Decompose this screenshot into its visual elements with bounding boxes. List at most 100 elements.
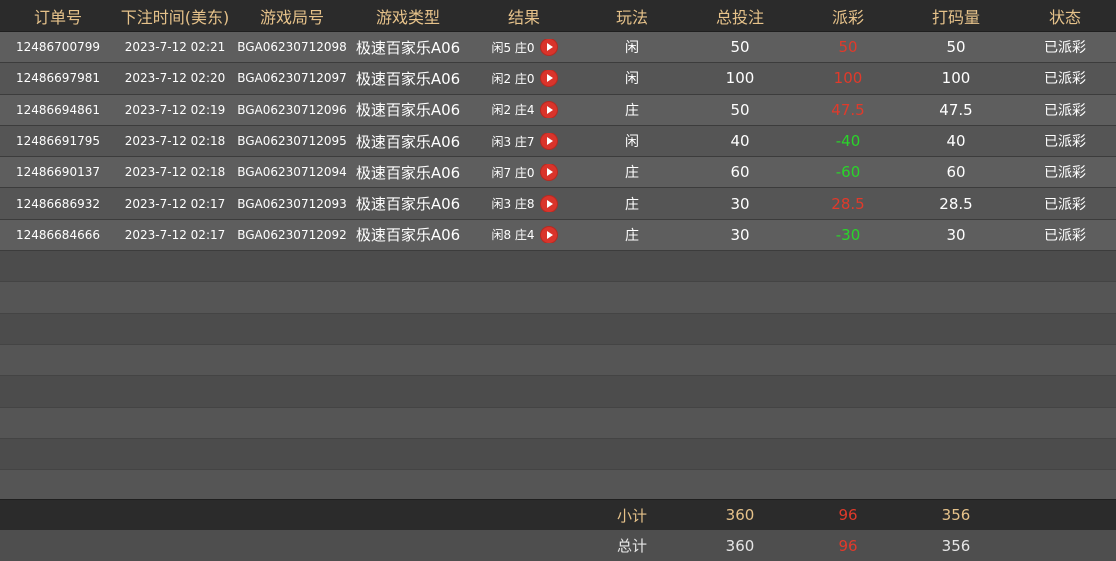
header-play: 玩法 xyxy=(615,7,648,27)
cell-play: 闲 xyxy=(625,40,639,57)
cell-order-id: 12486684666 xyxy=(16,227,100,242)
cell-play: 闲 xyxy=(625,71,639,88)
result-text: 闲2 庄4 xyxy=(491,103,535,118)
bet-history-table: 订单号 下注时间(美东) 游戏局号 游戏类型 结果 玩法 总投注 派彩 打码量 … xyxy=(0,0,1116,561)
result-text: 闲2 庄0 xyxy=(491,71,535,86)
result-text: 闲8 庄4 xyxy=(491,228,535,243)
cell-round-id: BGA06230712092 xyxy=(237,227,347,242)
total-total-bet: 360 xyxy=(725,536,755,555)
table-header: 订单号 下注时间(美东) 游戏局号 游戏类型 结果 玩法 总投注 派彩 打码量 … xyxy=(0,0,1116,32)
empty-row xyxy=(0,407,1116,439)
cell-status: 已派彩 xyxy=(1044,196,1086,213)
header-status: 状态 xyxy=(1048,7,1081,27)
cell-bet-time: 2023-7-12 02:20 xyxy=(124,71,226,86)
cell-status: 已派彩 xyxy=(1044,71,1086,88)
cell-valid-bet: 60 xyxy=(946,163,966,182)
subtotal-total-bet: 360 xyxy=(725,506,755,524)
header-round-id: 游戏局号 xyxy=(259,7,324,27)
cell-game-type: 极速百家乐A06 xyxy=(355,195,461,214)
play-circle-icon[interactable] xyxy=(540,101,557,118)
result-text: 闲5 庄0 xyxy=(491,40,535,55)
cell-status: 已派彩 xyxy=(1044,134,1086,151)
play-circle-icon[interactable] xyxy=(540,164,557,181)
table-body: 12486700799 2023-7-12 02:21 BGA06230712098… xyxy=(0,32,1116,502)
cell-play: 庄 xyxy=(625,227,639,244)
empty-row xyxy=(0,344,1116,377)
cell-game-type: 极速百家乐A06 xyxy=(355,226,461,245)
table-row: 12486700799 2023-7-12 02:21 BGA06230712098… xyxy=(0,32,1116,64)
table-row: 12486697981 2023-7-12 02:20 BGA06230712097… xyxy=(0,63,1116,95)
cell-result: 闲2 庄0 xyxy=(466,70,582,87)
cell-play: 闲 xyxy=(625,134,639,151)
total-row: 总计 360 96 356 xyxy=(0,530,1116,561)
cell-order-id: 12486700799 xyxy=(16,40,100,55)
cell-valid-bet: 50 xyxy=(946,38,966,57)
cell-status: 已派彩 xyxy=(1044,165,1086,182)
cell-order-id: 12486691795 xyxy=(16,134,100,149)
cell-play: 庄 xyxy=(625,165,639,182)
cell-payout: -30 xyxy=(835,225,861,244)
empty-row xyxy=(0,470,1116,502)
cell-status: 已派彩 xyxy=(1044,40,1086,57)
cell-game-type: 极速百家乐A06 xyxy=(355,101,461,120)
cell-game-type: 极速百家乐A06 xyxy=(355,38,461,57)
cell-valid-bet: 28.5 xyxy=(939,194,973,213)
header-valid-bet: 打码量 xyxy=(931,7,980,27)
cell-status: 已派彩 xyxy=(1044,227,1086,244)
cell-round-id: BGA06230712095 xyxy=(237,134,347,149)
cell-order-id: 12486690137 xyxy=(16,165,100,180)
play-circle-icon[interactable] xyxy=(540,70,557,87)
header-order-id: 订单号 xyxy=(33,7,82,27)
result-text: 闲7 庄0 xyxy=(491,165,535,180)
empty-row xyxy=(0,282,1116,314)
cell-result: 闲7 庄0 xyxy=(466,164,582,181)
cell-round-id: BGA06230712097 xyxy=(237,71,347,86)
cell-total-bet: 50 xyxy=(730,100,750,119)
empty-row xyxy=(0,251,1116,283)
cell-total-bet: 30 xyxy=(730,194,750,213)
play-circle-icon[interactable] xyxy=(540,133,557,150)
cell-total-bet: 30 xyxy=(730,225,750,244)
header-result: 结果 xyxy=(507,7,540,27)
cell-bet-time: 2023-7-12 02:21 xyxy=(124,40,226,55)
cell-payout: 28.5 xyxy=(831,194,865,213)
cell-bet-time: 2023-7-12 02:18 xyxy=(124,134,226,149)
result-text: 闲3 庄7 xyxy=(491,134,535,149)
subtotal-label: 小计 xyxy=(616,506,647,525)
subtotal-payout: 96 xyxy=(838,506,858,524)
header-game-type: 游戏类型 xyxy=(375,7,440,27)
cell-result: 闲2 庄4 xyxy=(466,101,582,118)
table-row: 12486686932 2023-7-12 02:17 BGA06230712093… xyxy=(0,188,1116,220)
cell-play: 庄 xyxy=(625,196,639,213)
cell-valid-bet: 40 xyxy=(946,132,966,151)
result-text: 闲3 庄8 xyxy=(491,197,535,212)
cell-status: 已派彩 xyxy=(1044,102,1086,119)
cell-payout: 47.5 xyxy=(831,100,865,119)
subtotal-valid-bet: 356 xyxy=(941,506,971,524)
empty-row xyxy=(0,438,1116,471)
cell-valid-bet: 30 xyxy=(946,225,966,244)
header-bet-time: 下注时间(美东) xyxy=(120,7,230,27)
cell-play: 庄 xyxy=(625,102,639,119)
cell-result: 闲3 庄7 xyxy=(466,133,582,150)
header-total-bet: 总投注 xyxy=(715,7,764,27)
cell-bet-time: 2023-7-12 02:17 xyxy=(124,196,226,211)
cell-payout: 100 xyxy=(833,69,863,88)
cell-valid-bet: 100 xyxy=(941,69,971,88)
play-circle-icon[interactable] xyxy=(540,195,557,212)
cell-round-id: BGA06230712094 xyxy=(237,165,347,180)
table-row: 12486694861 2023-7-12 02:19 BGA06230712096… xyxy=(0,94,1116,126)
cell-game-type: 极速百家乐A06 xyxy=(355,132,461,151)
empty-row xyxy=(0,313,1116,345)
cell-result: 闲3 庄8 xyxy=(466,195,582,212)
total-payout: 96 xyxy=(838,536,858,555)
cell-bet-time: 2023-7-12 02:18 xyxy=(124,165,226,180)
table-row: 12486691795 2023-7-12 02:18 BGA06230712095… xyxy=(0,125,1116,158)
empty-row xyxy=(0,376,1116,408)
cell-round-id: BGA06230712096 xyxy=(237,102,347,117)
cell-payout: 50 xyxy=(838,38,858,57)
play-circle-icon[interactable] xyxy=(540,39,557,56)
cell-total-bet: 50 xyxy=(730,38,750,57)
play-circle-icon[interactable] xyxy=(540,226,557,243)
cell-game-type: 极速百家乐A06 xyxy=(355,69,461,88)
